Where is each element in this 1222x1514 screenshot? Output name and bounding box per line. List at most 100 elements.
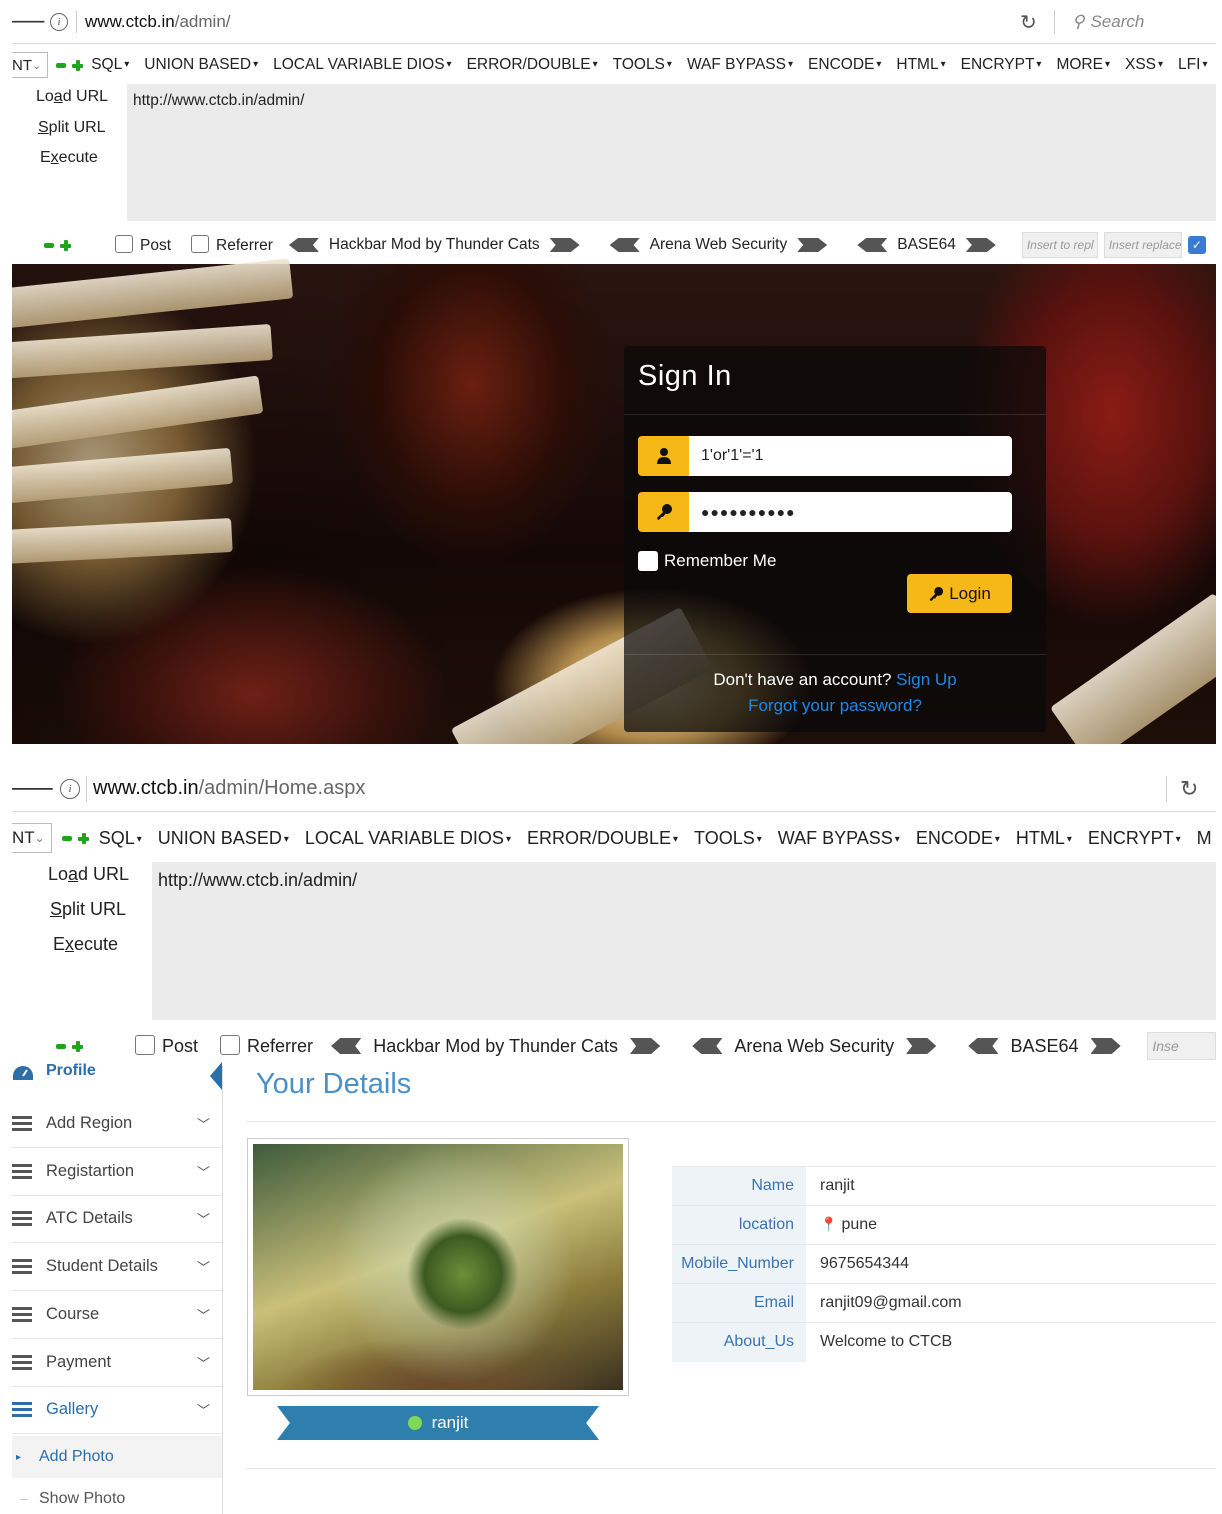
arrow-right-icon[interactable] — [965, 238, 996, 252]
menu-item[interactable]: LOCAL VARIABLE DIOS — [305, 828, 511, 849]
reload-icon[interactable]: ↻ — [1020, 10, 1037, 35]
execute-button[interactable]: Execute — [40, 149, 98, 167]
login-button[interactable]: Login — [907, 574, 1012, 613]
url-textarea[interactable]: http://www.ctcb.in/admin/ — [127, 84, 1216, 221]
detail-value: ranjit09@gmail.com — [806, 1283, 1216, 1323]
execute-button[interactable]: Execute — [53, 934, 118, 955]
detail-label: About_Us — [672, 1322, 806, 1362]
divider — [1054, 10, 1055, 34]
hackbar-dropdown[interactable]: NT ⌄ — [12, 823, 52, 853]
menu-item[interactable]: ENCRYPT — [1088, 828, 1181, 849]
menu-item[interactable]: SQL — [91, 56, 129, 74]
arrow-left-icon[interactable] — [968, 1038, 999, 1054]
sidebar-subitem-add-photo[interactable]: ▸ Add Photo — [12, 1436, 222, 1478]
page-title: Your Details — [256, 1068, 412, 1100]
arrow-right-icon[interactable] — [549, 238, 580, 252]
menu-item[interactable]: ENCODE — [916, 828, 1000, 849]
chevron-down-icon: ﹀ — [196, 1307, 210, 1323]
arrow-right-icon[interactable] — [1090, 1038, 1121, 1054]
menu-item[interactable]: ENCODE — [808, 56, 881, 74]
insert-replacement-input[interactable]: Insert replace — [1103, 232, 1182, 258]
menu-item[interactable]: TOOLS — [613, 56, 672, 74]
menu-item[interactable]: LOCAL VARIABLE DIOS — [273, 56, 451, 74]
chevron-down-icon: ⌄ — [34, 831, 45, 845]
plus-icon[interactable] — [60, 239, 71, 251]
referrer-checkbox[interactable]: Referrer — [220, 1035, 313, 1057]
arrow-right-icon[interactable] — [630, 1038, 661, 1054]
minus-icon[interactable] — [61, 835, 72, 841]
referrer-checkbox[interactable]: Referrer — [191, 235, 273, 255]
password-field[interactable]: ●●●●●●●●●● — [638, 492, 1012, 532]
remember-me-checkbox[interactable]: Remember Me — [638, 551, 776, 571]
arrow-left-icon[interactable] — [692, 1038, 723, 1054]
sidebar-item-atc-details[interactable]: ATC Details ﹀ — [12, 1195, 222, 1244]
arrow-left-icon[interactable] — [288, 238, 319, 252]
arrow-right-icon[interactable] — [906, 1038, 937, 1054]
url-textarea[interactable]: http://www.ctcb.in/admin/ — [152, 862, 1216, 1020]
load-url-button[interactable]: Load URL — [36, 88, 108, 106]
hackbar-dropdown[interactable]: NT ⌄ — [12, 52, 49, 78]
table-row: About_Us Welcome to CTCB — [672, 1322, 1216, 1362]
divider — [246, 1468, 1216, 1469]
menu-item[interactable]: XSS — [1125, 56, 1163, 74]
list-icon — [12, 1116, 32, 1131]
info-icon[interactable]: i — [60, 778, 80, 799]
plus-icon[interactable] — [72, 59, 84, 71]
sidebar-item-course[interactable]: Course ﹀ — [12, 1291, 222, 1339]
sidebar-item-gallery[interactable]: Gallery ﹀ — [12, 1386, 222, 1435]
url-text[interactable]: www.ctcb.in/admin/Home.aspx — [93, 777, 365, 800]
sidebar-item-profile[interactable]: Profile — [12, 1062, 222, 1100]
sidebar-item-student-details[interactable]: Student Details ﹀ — [12, 1243, 222, 1292]
password-value[interactable]: ●●●●●●●●●● — [689, 492, 1012, 532]
menu-item[interactable]: HTML — [1016, 828, 1072, 849]
divider — [1166, 776, 1167, 802]
menu-item[interactable]: WAF BYPASS — [778, 828, 900, 849]
back-arrow-icon[interactable]: 🡐 — [12, 776, 56, 801]
arrow-left-icon[interactable] — [857, 238, 888, 252]
menu-item[interactable]: UNION BASED — [158, 828, 289, 849]
arrow-left-icon[interactable] — [609, 238, 640, 252]
menu-item[interactable]: ERROR/DOUBLE — [527, 828, 678, 849]
insert-to-replace-input[interactable]: Insert to repl — [1021, 232, 1098, 258]
menu-item[interactable]: MORE — [1056, 56, 1110, 74]
split-url-button[interactable]: Split URL — [50, 899, 126, 920]
sidebar-item-payment[interactable]: Payment ﹀ — [12, 1339, 222, 1387]
sidebar-item-registartion[interactable]: Registartion ﹀ — [12, 1148, 222, 1196]
username-field[interactable]: 1'or'1'='1 — [638, 436, 1012, 476]
post-checkbox[interactable]: Post — [115, 235, 171, 255]
username-value[interactable]: 1'or'1'='1 — [689, 436, 1012, 476]
search-box[interactable]: ⚲ Search — [1072, 12, 1144, 32]
signup-link[interactable]: Sign Up — [896, 670, 956, 689]
post-checkbox[interactable]: Post — [135, 1035, 198, 1057]
menu-item[interactable]: WAF BYPASS — [687, 56, 793, 74]
plus-icon[interactable] — [72, 1040, 83, 1052]
plus-icon[interactable] — [77, 832, 89, 844]
sidebar-subitem-show-photo[interactable]: Show Photo — [12, 1478, 222, 1514]
menu-item[interactable]: HTML — [896, 56, 945, 74]
menu-item[interactable]: SQL — [99, 828, 142, 849]
check-icon[interactable]: ✓ — [1187, 236, 1206, 254]
minus-icon[interactable] — [56, 62, 67, 68]
menu-item[interactable]: ENCRYPT — [961, 56, 1042, 74]
info-icon[interactable]: i — [50, 12, 68, 31]
back-arrow-icon[interactable]: 🡐 — [12, 10, 47, 34]
menu-item[interactable]: M — [1197, 828, 1212, 849]
sidebar-item-add-region[interactable]: Add Region ﹀ — [12, 1100, 222, 1148]
arrow-left-icon[interactable] — [331, 1038, 362, 1054]
split-url-button[interactable]: Split URL — [38, 119, 106, 137]
insert-to-replace-input[interactable]: Inse — [1147, 1032, 1216, 1060]
arrow-right-icon[interactable] — [797, 238, 828, 252]
url-text[interactable]: www.ctcb.in/admin/ — [85, 12, 231, 32]
menu-item[interactable]: ERROR/DOUBLE — [467, 56, 598, 74]
address-bar: 🡐 i www.ctcb.in/admin/ ↻ ⚲ Search — [12, 0, 1216, 44]
sign-in-panel: Sign In 1'or'1'='1 ●●●●●●●●●● Remember M… — [624, 346, 1046, 732]
minus-icon[interactable] — [44, 242, 54, 248]
load-url-button[interactable]: Load URL — [48, 864, 129, 885]
menu-item[interactable]: TOOLS — [694, 828, 762, 849]
referrer-label: Referrer — [247, 1036, 314, 1056]
menu-item[interactable]: LFI — [1178, 56, 1207, 74]
forgot-password-link[interactable]: Forgot your password? — [624, 696, 1046, 716]
minus-icon[interactable] — [56, 1043, 66, 1049]
reload-icon[interactable]: ↻ — [1180, 776, 1198, 802]
menu-item[interactable]: UNION BASED — [144, 56, 258, 74]
